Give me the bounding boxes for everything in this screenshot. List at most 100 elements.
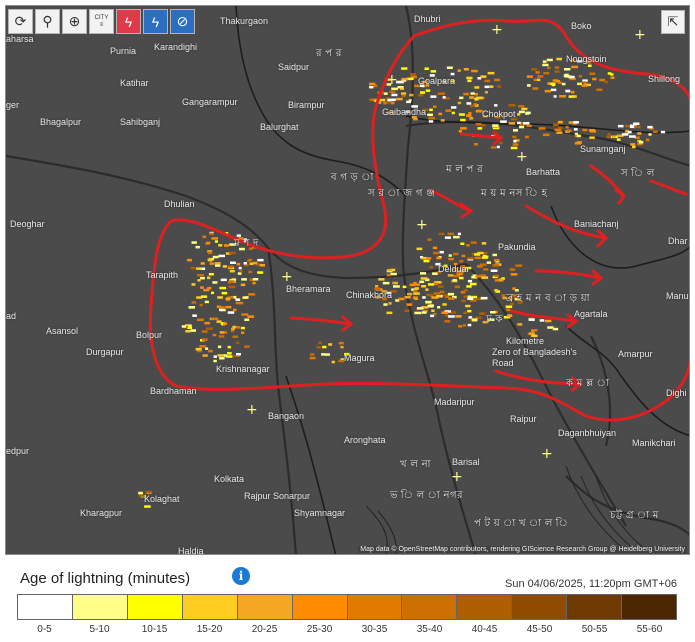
strike-mark — [627, 130, 632, 134]
strike-mark — [481, 242, 487, 245]
strike-mark — [221, 291, 228, 295]
place-label: Dhulian — [164, 199, 195, 209]
legend-swatch — [127, 595, 183, 619]
strike-mark — [450, 72, 455, 76]
strike-mark — [425, 288, 429, 291]
zoom-icon[interactable]: ⊕ — [62, 9, 87, 34]
strike-mark — [144, 505, 151, 508]
map-canvas[interactable]: + ++++++++ — [6, 6, 690, 555]
strike-mark — [457, 232, 461, 236]
strike-mark — [390, 101, 395, 105]
strike-mark — [209, 232, 214, 236]
strike-mark — [544, 89, 551, 93]
strike-cross-mark: + — [516, 149, 528, 165]
strike-mark — [463, 311, 467, 314]
strike-mark — [484, 91, 488, 94]
strike-cross-mark: + — [541, 446, 553, 462]
strike-mark — [243, 296, 249, 299]
share-icon[interactable]: ⇱ — [661, 10, 685, 34]
place-label: Kolkata — [214, 474, 245, 484]
satellite-icon[interactable]: ⊘ — [170, 9, 195, 34]
strike-mark — [404, 296, 411, 299]
strike-mark — [535, 71, 540, 74]
place-label: Deoghar — [10, 219, 45, 229]
strike-mark — [561, 82, 566, 86]
strike-mark — [526, 75, 533, 78]
strike-mark — [208, 349, 213, 353]
strike-mark — [576, 134, 581, 138]
strike-mark — [553, 123, 559, 126]
place-label: Kilometre — [506, 336, 545, 346]
place-label: চট্ট গ্র া ম — [610, 510, 659, 521]
map-attribution: Map data © OpenStreetMap contributors, r… — [358, 546, 687, 553]
place-label: Bardhaman — [150, 386, 197, 396]
lightning-map[interactable]: + + + + + + + + + ⟳ ⚲ ⊕ CITY ≡ ϟ ϟ ⊘ ⇱ Thakurgaon… — [5, 5, 690, 555]
place-label: Kharagpur — [80, 508, 123, 518]
legend-color-bar — [17, 594, 677, 620]
strike-cross-mark: + — [281, 269, 293, 285]
strike-cross-mark: + — [634, 27, 646, 43]
strike-mark — [192, 314, 197, 317]
place-label: Agartala — [574, 309, 608, 319]
strike-mark — [410, 73, 416, 76]
strike-mark — [233, 308, 237, 312]
legend-swatch — [292, 595, 348, 619]
river-lines — [6, 6, 689, 554]
place-label: Manikchari — [632, 438, 676, 448]
place-label: Bheramara — [286, 284, 331, 294]
refresh-icon[interactable]: ⟳ — [8, 9, 33, 34]
strike-mark — [466, 76, 473, 80]
strike-mark — [211, 291, 214, 295]
strike-mark — [517, 113, 521, 116]
strike-mark — [448, 257, 454, 261]
strike-mark — [212, 255, 219, 259]
strike-mark — [236, 262, 241, 266]
strike-mark — [197, 273, 204, 277]
place-label: Chinakhora — [346, 290, 393, 300]
strike-mark — [479, 312, 486, 315]
strike-mark — [437, 306, 441, 309]
strike-mark — [556, 131, 563, 134]
place-label: Goalpara — [418, 76, 456, 86]
strike-mark — [477, 251, 484, 255]
strike-mark — [214, 262, 221, 265]
legend-swatch — [182, 595, 238, 619]
strike-mark — [538, 127, 546, 130]
lightning-strike-icon[interactable]: ϟ — [116, 9, 141, 34]
strike-mark — [467, 279, 473, 283]
thunder-sound-icon[interactable]: ϟ — [143, 9, 168, 34]
strike-mark — [208, 273, 214, 276]
strike-mark — [582, 128, 588, 132]
strike-mark — [409, 283, 416, 287]
info-icon[interactable]: i — [232, 567, 250, 585]
place-label: ঢ ক — [486, 314, 503, 325]
strike-mark — [606, 135, 611, 139]
strike-mark — [432, 272, 438, 275]
strike-mark — [513, 140, 517, 143]
strike-mark — [191, 283, 196, 286]
place-label: স র া জ গ ঞ্জ — [368, 188, 436, 199]
strike-mark — [223, 322, 228, 325]
strike-mark — [531, 68, 538, 71]
strike-mark — [191, 241, 197, 244]
place-label: Daganbhuiyan — [558, 428, 617, 438]
strike-mark — [224, 244, 229, 247]
legend-label: 25-30 — [306, 624, 333, 635]
map-toolbar: ⟳ ⚲ ⊕ CITY ≡ ϟ ϟ ⊘ — [8, 9, 195, 34]
strike-mark — [525, 112, 530, 115]
strike-mark — [467, 297, 474, 300]
strike-mark — [235, 326, 241, 329]
strike-mark — [212, 333, 217, 337]
legend-swatch — [18, 595, 73, 619]
strike-mark — [492, 124, 499, 127]
strike-mark — [420, 272, 427, 275]
strike-mark — [458, 325, 463, 328]
strike-mark — [518, 105, 525, 108]
strike-mark — [494, 104, 498, 107]
city-toggle-button[interactable]: CITY ≡ — [89, 9, 114, 34]
place-label: Birampur — [288, 100, 325, 110]
location-pin-icon[interactable]: ⚲ — [35, 9, 60, 34]
legend-swatch — [512, 595, 568, 619]
strike-mark — [199, 345, 206, 348]
strike-mark — [547, 66, 551, 70]
